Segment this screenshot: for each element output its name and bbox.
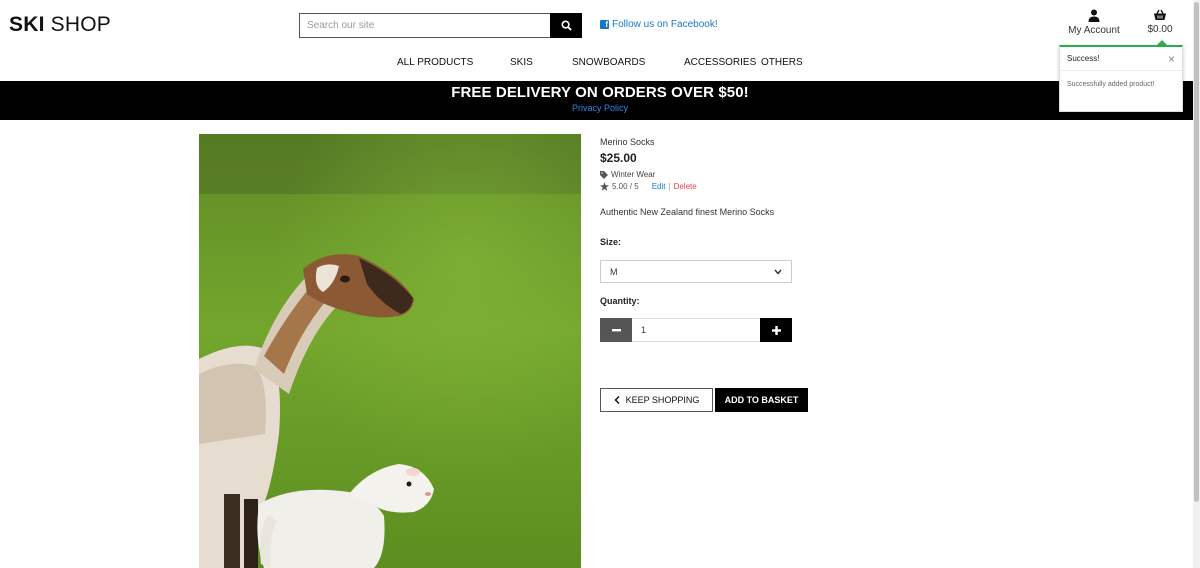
size-label: Size: <box>600 237 622 247</box>
chevron-left-icon <box>614 396 620 404</box>
basket-link[interactable]: $0.00 <box>1140 9 1180 35</box>
nav-accessories[interactable]: ACCESSORIES <box>684 57 756 68</box>
tag-icon <box>600 170 608 179</box>
site-logo[interactable]: SKI SHOP <box>9 13 111 37</box>
facebook-link[interactable]: f Follow us on Facebook! <box>600 19 718 30</box>
nav-snowboards[interactable]: SNOWBOARDS <box>572 57 645 68</box>
product-category[interactable]: Winter Wear <box>600 170 840 179</box>
main-nav: ALL PRODUCTS SKIS SNOWBOARDS ACCESSORIES… <box>0 57 1200 71</box>
edit-link[interactable]: Edit <box>652 182 666 191</box>
add-to-basket-button[interactable]: ADD TO BASKET <box>715 388 808 412</box>
logo-bold-text: SKI <box>9 13 45 36</box>
size-select[interactable]: M <box>600 260 792 283</box>
product-name: Merino Socks <box>600 137 655 147</box>
toast-title: Success! <box>1067 54 1100 63</box>
delete-link[interactable]: Delete <box>674 182 697 191</box>
star-icon <box>600 182 609 191</box>
toast-header: Success! × <box>1060 47 1182 71</box>
link-separator: | <box>668 182 671 191</box>
close-icon[interactable]: × <box>1168 53 1175 65</box>
success-toast: Success! × Successfully added product! <box>1059 40 1183 112</box>
toast-message: Successfully added product! <box>1067 81 1155 88</box>
product-rating: 5.00 / 5 Edit | Delete <box>600 182 840 191</box>
increment-button[interactable] <box>760 318 792 342</box>
privacy-policy-link[interactable]: Privacy Policy <box>0 103 1200 113</box>
rating-value: 5.00 / 5 <box>612 182 639 191</box>
product-category-label: Winter Wear <box>611 170 656 179</box>
nav-all-products[interactable]: ALL PRODUCTS <box>397 57 473 68</box>
facebook-icon: f <box>600 20 609 29</box>
product-description: Authentic New Zealand finest Merino Sock… <box>600 207 775 217</box>
user-icon <box>1088 9 1100 22</box>
quantity-input[interactable]: 1 <box>632 318 760 342</box>
product-image <box>199 134 581 568</box>
quantity-label: Quantity: <box>600 296 640 306</box>
page-scrollbar[interactable] <box>1193 0 1200 568</box>
site-header: SKI SHOP f Follow us on Facebook! My Acc… <box>0 0 1200 81</box>
search-form <box>299 13 582 38</box>
chevron-down-icon <box>774 269 782 275</box>
minus-icon <box>611 328 621 331</box>
quantity-stepper: 1 <box>600 318 792 342</box>
plus-icon <box>771 325 781 335</box>
logo-text: SHOP <box>44 13 111 36</box>
product-price: $25.00 <box>600 151 637 165</box>
nav-others[interactable]: OTHERS <box>761 57 803 68</box>
scrollbar-thumb[interactable] <box>1194 2 1199 502</box>
my-account-label: My Account <box>1068 25 1120 36</box>
my-account-link[interactable]: My Account <box>1063 9 1125 36</box>
banner-title: FREE DELIVERY ON ORDERS OVER $50! <box>451 84 749 101</box>
nav-skis[interactable]: SKIS <box>510 57 533 68</box>
facebook-link-label: Follow us on Facebook! <box>612 19 718 30</box>
product-details: Merino Socks $25.00 Winter Wear 5.00 / 5… <box>600 134 840 412</box>
keep-shopping-label: KEEP SHOPPING <box>625 395 700 405</box>
toast-arrow <box>1157 40 1167 45</box>
keep-shopping-button[interactable]: KEEP SHOPPING <box>600 388 713 412</box>
size-selected-value: M <box>610 266 618 277</box>
search-button[interactable] <box>550 13 582 38</box>
decrement-button[interactable] <box>600 318 632 342</box>
delivery-banner: FREE DELIVERY ON ORDERS OVER $50! Privac… <box>0 81 1200 120</box>
search-input[interactable] <box>299 13 550 38</box>
search-icon <box>560 20 572 31</box>
basket-total: $0.00 <box>1147 24 1173 35</box>
basket-icon <box>1154 9 1166 20</box>
